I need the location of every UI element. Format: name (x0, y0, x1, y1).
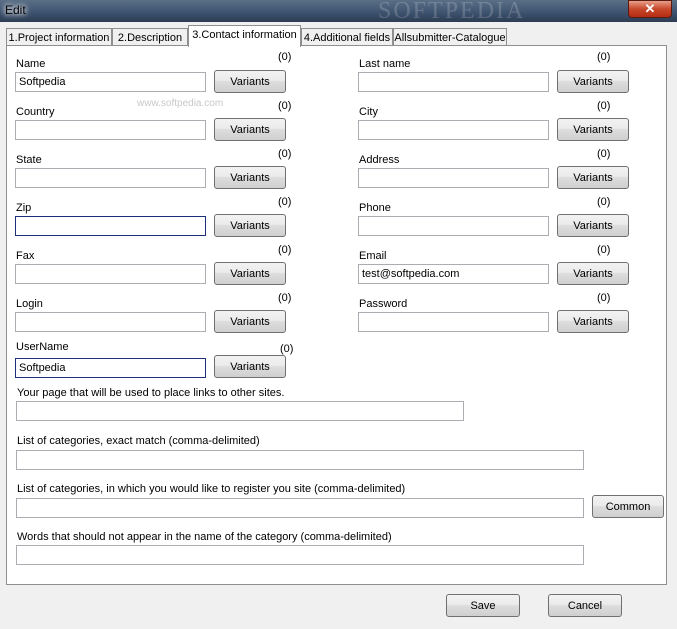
login-label: Login (16, 298, 43, 310)
city-label: City (359, 106, 378, 118)
last-name-field[interactable] (358, 72, 549, 92)
title-watermark: SOFTPEDIA (378, 0, 526, 22)
categories-exact-field[interactable] (16, 450, 584, 470)
phone-count: (0) (597, 196, 611, 208)
links-page-field[interactable] (16, 401, 464, 421)
last-name-label: Last name (359, 58, 411, 70)
name-variants-button[interactable]: Variants (214, 70, 286, 93)
password-variants-button[interactable]: Variants (557, 310, 629, 333)
city-variants-button[interactable]: Variants (557, 118, 629, 141)
links-page-label: Your page that will be used to place lin… (17, 387, 285, 399)
close-button[interactable]: ✕ (628, 0, 672, 18)
title-bar: SOFTPEDIA Edit ✕ (0, 0, 677, 22)
state-count: (0) (278, 148, 292, 160)
address-variants-button[interactable]: Variants (557, 166, 629, 189)
fax-variants-button[interactable]: Variants (214, 262, 286, 285)
last-name-variants-button[interactable]: Variants (557, 70, 629, 93)
name-label: Name (16, 58, 46, 70)
password-field[interactable] (358, 312, 549, 332)
state-variants-button[interactable]: Variants (214, 166, 286, 189)
phone-variants-button[interactable]: Variants (557, 214, 629, 237)
address-label: Address (359, 154, 400, 166)
country-label: Country (16, 106, 55, 118)
address-count: (0) (597, 148, 611, 160)
zip-label: Zip (16, 202, 32, 214)
zip-count: (0) (278, 196, 292, 208)
name-field[interactable] (15, 72, 206, 92)
panel-watermark: www.softpedia.com (137, 98, 224, 109)
email-count: (0) (597, 244, 611, 256)
phone-label: Phone (359, 202, 391, 214)
username-variants-button[interactable]: Variants (214, 355, 286, 378)
country-count: (0) (278, 100, 292, 112)
last-name-count: (0) (597, 51, 611, 63)
city-count: (0) (597, 100, 611, 112)
address-field[interactable] (358, 168, 549, 188)
email-field[interactable] (358, 264, 549, 284)
username-field[interactable] (15, 358, 206, 378)
state-field[interactable] (15, 168, 206, 188)
password-count: (0) (597, 292, 611, 304)
contact-information-panel: www.softpedia.com Name (0) Variants Last… (6, 45, 667, 585)
categories-register-field[interactable] (16, 498, 584, 518)
login-field[interactable] (15, 312, 206, 332)
email-label: Email (359, 250, 387, 262)
words-exclude-field[interactable] (16, 545, 584, 565)
username-label: UserName (16, 341, 69, 353)
tab-contact-information[interactable]: 3.Contact information (188, 25, 301, 47)
window-title: Edit (5, 3, 26, 17)
fax-label: Fax (16, 250, 35, 262)
username-count: (0) (280, 343, 294, 355)
categories-register-label: List of categories, in which you would l… (17, 483, 406, 495)
fax-field[interactable] (15, 264, 206, 284)
save-button[interactable]: Save (446, 594, 520, 617)
categories-exact-label: List of categories, exact match (comma-d… (17, 435, 260, 447)
common-button[interactable]: Common (592, 495, 664, 518)
cancel-button[interactable]: Cancel (548, 594, 622, 617)
footer-bar: Save Cancel (0, 585, 677, 629)
login-count: (0) (278, 292, 292, 304)
country-variants-button[interactable]: Variants (214, 118, 286, 141)
zip-field[interactable] (15, 216, 206, 236)
words-exclude-label: Words that should not appear in the name… (17, 531, 392, 543)
email-variants-button[interactable]: Variants (557, 262, 629, 285)
fax-count: (0) (278, 244, 292, 256)
name-count: (0) (278, 51, 292, 63)
country-field[interactable] (15, 120, 206, 140)
password-label: Password (359, 298, 408, 310)
state-label: State (16, 154, 42, 166)
city-field[interactable] (358, 120, 549, 140)
close-icon: ✕ (644, 1, 656, 16)
zip-variants-button[interactable]: Variants (214, 214, 286, 237)
login-variants-button[interactable]: Variants (214, 310, 286, 333)
phone-field[interactable] (358, 216, 549, 236)
